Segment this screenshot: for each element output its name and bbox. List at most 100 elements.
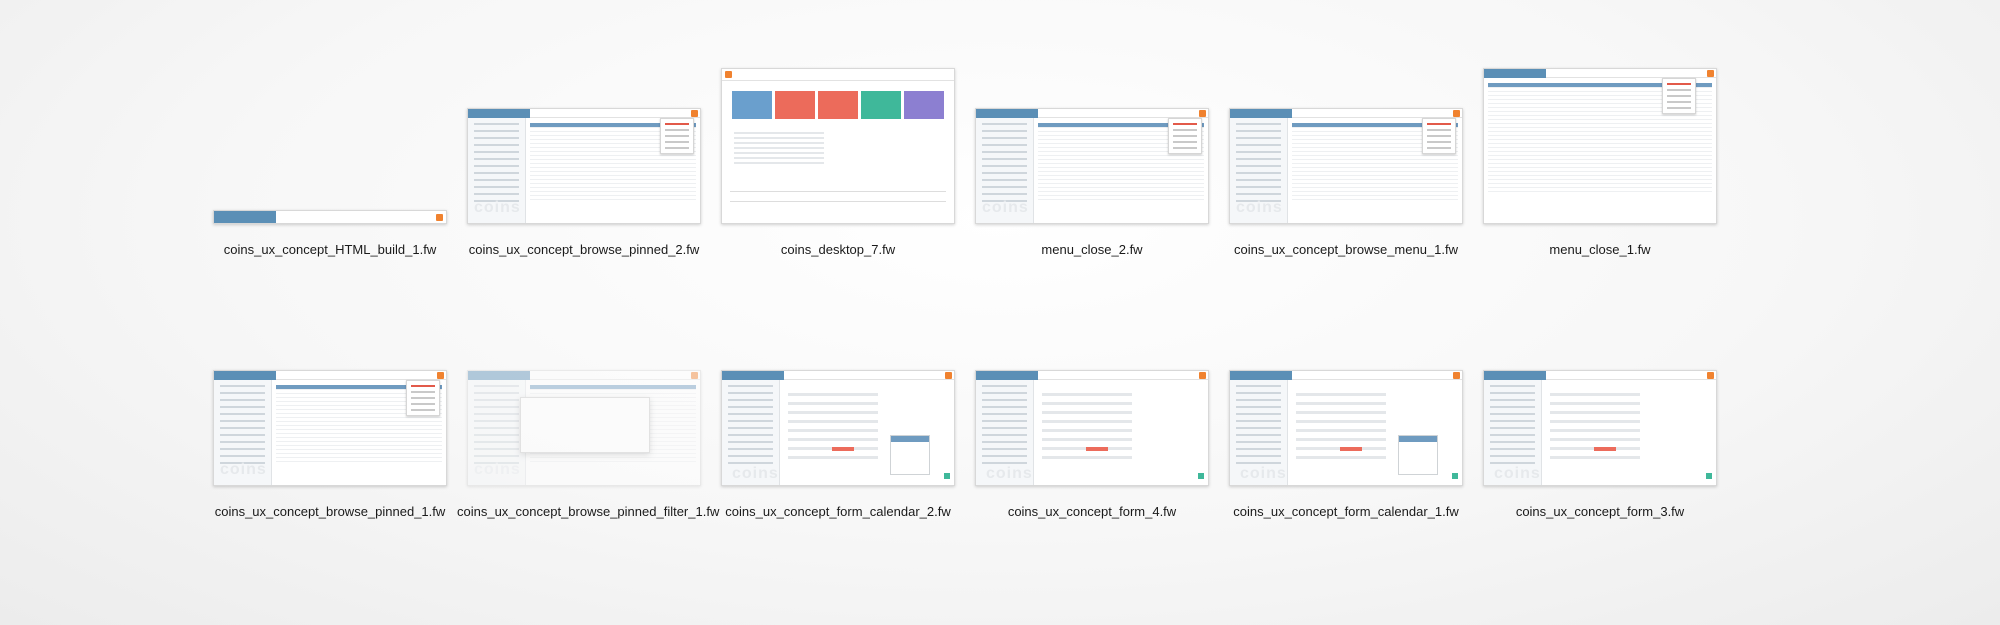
file-grid: coins_ux_concept_HTML_build_1.fw coins coi… bbox=[203, 60, 1763, 580]
submit-button[interactable] bbox=[832, 447, 854, 451]
user-menu-dropdown[interactable] bbox=[406, 380, 440, 416]
sidebar-line bbox=[982, 123, 1027, 125]
dashboard-tile[interactable] bbox=[818, 91, 858, 119]
menu-item[interactable] bbox=[665, 147, 689, 149]
thumbnail-preview[interactable] bbox=[213, 210, 447, 224]
thumbnail-area: coins bbox=[467, 322, 701, 498]
menu-item[interactable] bbox=[1427, 141, 1451, 143]
table-row bbox=[1292, 196, 1458, 200]
dashboard-tile[interactable] bbox=[732, 91, 772, 119]
dashboard-tile[interactable] bbox=[775, 91, 815, 119]
user-menu-dropdown[interactable] bbox=[660, 118, 694, 154]
thumbnail-area: coins bbox=[1483, 322, 1717, 498]
save-button[interactable] bbox=[1452, 473, 1458, 479]
user-menu-dropdown[interactable] bbox=[1422, 118, 1456, 154]
submit-button[interactable] bbox=[1594, 447, 1616, 451]
menu-item[interactable] bbox=[1427, 129, 1451, 131]
menu-item[interactable] bbox=[665, 141, 689, 143]
sidebar-line bbox=[1236, 193, 1281, 195]
menu-item[interactable] bbox=[1173, 123, 1197, 125]
menu-item[interactable] bbox=[1667, 107, 1691, 109]
dashboard-tile[interactable] bbox=[861, 91, 901, 119]
file-name-label: coins_ux_concept_browse_pinned_1.fw bbox=[214, 504, 446, 519]
form-field bbox=[1042, 420, 1132, 423]
notification-icon bbox=[1199, 110, 1206, 117]
file-tile[interactable]: coins coins_ux_concept_browse_pinned_filt… bbox=[457, 322, 719, 584]
form-area bbox=[1296, 387, 1386, 465]
sidebar-line bbox=[220, 455, 265, 457]
menu-item[interactable] bbox=[411, 385, 435, 387]
sidebar-line bbox=[1490, 399, 1535, 401]
file-tile[interactable]: coins_desktop_7.fw bbox=[711, 60, 965, 322]
sidebar-line bbox=[728, 427, 773, 429]
thumbnail-preview[interactable]: coins bbox=[467, 370, 701, 486]
thumbnail-preview[interactable]: coins bbox=[975, 370, 1209, 486]
file-tile[interactable]: coins coins_ux_concept_browse_pinned_2.fw bbox=[457, 60, 711, 322]
submit-button[interactable] bbox=[1340, 447, 1362, 451]
menu-item[interactable] bbox=[665, 129, 689, 131]
menu-item[interactable] bbox=[1427, 135, 1451, 137]
thumbnail-area: coins bbox=[721, 322, 955, 498]
sidebar-line bbox=[474, 144, 519, 146]
file-tile[interactable]: coins coins_ux_concept_form_calendar_2.fw bbox=[711, 322, 965, 584]
dashboard-tiles bbox=[732, 91, 944, 119]
thumbnail-preview[interactable] bbox=[721, 68, 955, 224]
user-menu-dropdown[interactable] bbox=[1662, 78, 1696, 114]
save-button[interactable] bbox=[1706, 473, 1712, 479]
menu-item[interactable] bbox=[411, 397, 435, 399]
menu-item[interactable] bbox=[411, 409, 435, 411]
form-field bbox=[1042, 393, 1132, 396]
thumbnail-preview[interactable]: coins bbox=[467, 108, 701, 224]
file-tile[interactable]: coins coins_ux_concept_browse_pinned_1.fw bbox=[203, 322, 457, 584]
menu-item[interactable] bbox=[665, 123, 689, 125]
calendar-popup[interactable] bbox=[890, 435, 930, 475]
sidebar-line bbox=[982, 462, 1027, 464]
dashboard-tile[interactable] bbox=[904, 91, 944, 119]
save-button[interactable] bbox=[944, 473, 950, 479]
preview-blue-panel bbox=[1230, 371, 1292, 380]
file-tile[interactable]: coins_ux_concept_HTML_build_1.fw bbox=[203, 60, 457, 322]
thumbnail-preview[interactable]: coins bbox=[721, 370, 955, 486]
sidebar-line bbox=[728, 385, 773, 387]
sidebar-line bbox=[982, 158, 1027, 160]
thumbnail-preview[interactable]: coins bbox=[975, 108, 1209, 224]
coins-watermark: coins bbox=[1236, 199, 1283, 216]
thumbnail-preview[interactable]: coins bbox=[1229, 108, 1463, 224]
menu-item[interactable] bbox=[411, 391, 435, 393]
menu-item[interactable] bbox=[1427, 123, 1451, 125]
thumbnail-preview[interactable] bbox=[1483, 68, 1717, 224]
menu-item[interactable] bbox=[665, 135, 689, 137]
menu-item[interactable] bbox=[1173, 141, 1197, 143]
form-field bbox=[1296, 438, 1386, 441]
preview-blue-panel bbox=[1230, 109, 1292, 118]
calendar-popup[interactable] bbox=[1398, 435, 1438, 475]
form-field bbox=[1550, 411, 1640, 414]
sidebar-line bbox=[474, 151, 519, 153]
thumbnail-preview[interactable]: coins bbox=[1483, 370, 1717, 486]
preview-topbar bbox=[1230, 371, 1462, 380]
menu-item[interactable] bbox=[1667, 83, 1691, 85]
user-menu-dropdown[interactable] bbox=[1168, 118, 1202, 154]
save-button[interactable] bbox=[1198, 473, 1204, 479]
thumbnail-preview[interactable]: coins bbox=[213, 370, 447, 486]
thumbnail-preview[interactable]: coins bbox=[1229, 370, 1463, 486]
file-tile[interactable]: coins coins_ux_concept_form_4.fw bbox=[965, 322, 1219, 584]
file-tile[interactable]: coins menu_close_2.fw bbox=[965, 60, 1219, 322]
file-tile[interactable]: menu_close_1.fw bbox=[1473, 60, 1727, 322]
menu-item[interactable] bbox=[1427, 147, 1451, 149]
menu-item[interactable] bbox=[1667, 95, 1691, 97]
submit-button[interactable] bbox=[1086, 447, 1108, 451]
menu-item[interactable] bbox=[1173, 147, 1197, 149]
menu-item[interactable] bbox=[1173, 135, 1197, 137]
menu-item[interactable] bbox=[1173, 129, 1197, 131]
form-area bbox=[1550, 387, 1640, 465]
menu-item[interactable] bbox=[1667, 89, 1691, 91]
menu-item[interactable] bbox=[411, 403, 435, 405]
sidebar-line bbox=[474, 137, 519, 139]
file-tile[interactable]: coins coins_ux_concept_form_3.fw bbox=[1473, 322, 1727, 584]
menu-item[interactable] bbox=[1667, 101, 1691, 103]
form-field bbox=[1296, 420, 1386, 423]
file-tile[interactable]: coins coins_ux_concept_form_calendar_1.fw bbox=[1219, 322, 1473, 584]
file-tile[interactable]: coins coins_ux_concept_browse_menu_1.fw bbox=[1219, 60, 1473, 322]
filter-dialog[interactable] bbox=[520, 397, 650, 453]
